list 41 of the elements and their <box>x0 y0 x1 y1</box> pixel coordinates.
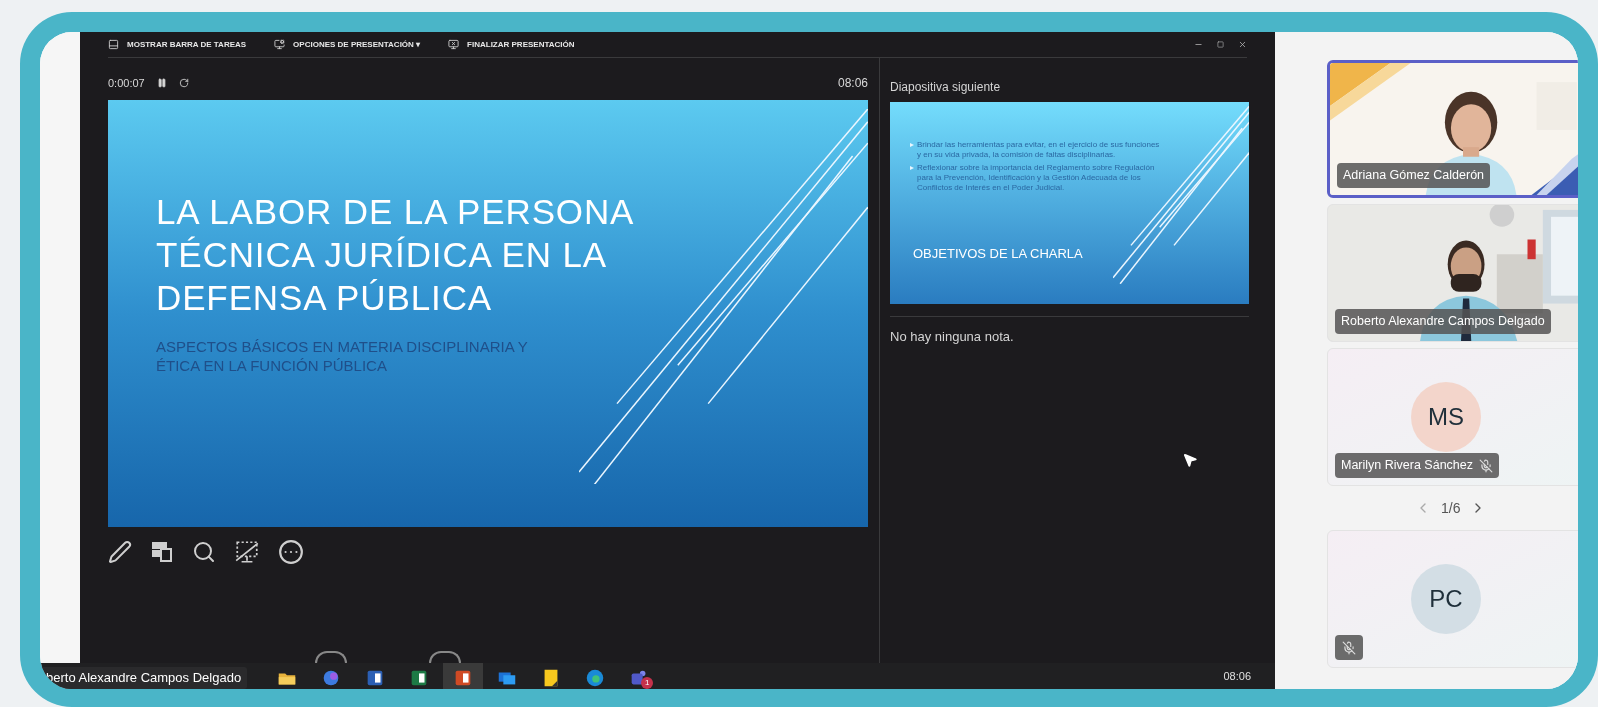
notes-text: No hay ninguna nota. <box>890 328 1015 346</box>
participant-name: Roberto Alexandre Campos Delgado <box>1341 313 1545 331</box>
slide-title: LA LABOR DE LA PERSONA TÉCNICA JURÍDICA EN LA DEFENSA PÚBLICA <box>156 191 634 319</box>
participant-tile[interactable]: Adriana Gómez Calderón <box>1327 60 1578 198</box>
participant-tile[interactable]: Roberto Alexandre Campos Delgado <box>1327 204 1578 342</box>
mouse-cursor-icon <box>1182 452 1198 468</box>
taskbar-app-button[interactable]: 1 <box>619 663 660 689</box>
clock: 08:06 <box>837 75 868 92</box>
screen-off-icon[interactable] <box>234 539 260 565</box>
restart-icon[interactable] <box>178 78 189 88</box>
avatar-initials: MS <box>1428 402 1464 432</box>
bullet-icon <box>910 166 914 170</box>
notification-count: 1 <box>641 677 654 689</box>
bullet-icon <box>910 143 914 147</box>
participant-name: Adriana Gómez Calderón <box>1343 167 1485 185</box>
search-icon[interactable] <box>192 540 216 564</box>
taskbar-icon <box>108 39 119 50</box>
settings-icon <box>274 39 286 50</box>
participant-tile[interactable]: MS Marilyn Rivera Sánchez <box>1327 348 1578 486</box>
pause-icon[interactable] <box>156 78 167 88</box>
slide-subtitle: ASPECTOS BÁSICOS EN MATERIA DISCIPLINARIA Y ÉTICA EN LA FUNCIÓN PÚBLICA <box>156 337 529 375</box>
participant-name: Marilyn Rivera Sánchez <box>1341 457 1473 475</box>
pen-icon[interactable] <box>108 540 132 564</box>
monitor-x-icon <box>448 39 460 50</box>
next-slide-title: OBJETIVOS DE LA CHARLA <box>913 245 1083 263</box>
participant-tile[interactable]: PC <box>1327 530 1578 668</box>
bullet-text: Brindar las herramientas para evitar, en el ejercicio de sus funciones y en su vida privada, la comisión de faltas disciplinarias. <box>917 140 1160 160</box>
next-slide-label: Diapositiva siguiente <box>890 79 1002 96</box>
toolbar-button[interactable]: OPCIONES DE PRESENTACIÓN ▾ <box>274 38 421 51</box>
restore-icon[interactable] <box>1217 41 1224 48</box>
more-options-icon[interactable] <box>278 539 304 565</box>
page-indicator: 1/6 <box>1441 498 1461 518</box>
bullet-text: Reflexionar sobre la importancia del Reglamento sobre Regulación para la Prevención, Identificación y la Gestión Adecuada de los Conflictos de Interés en el Poder Judicial. <box>917 163 1156 193</box>
elapsed-time: 0:00:07 <box>108 75 145 91</box>
avatar-initials: PC <box>1429 584 1463 614</box>
close-icon[interactable] <box>1238 40 1247 49</box>
toolbar-button[interactable]: MOSTRAR BARRA DE TAREAS <box>108 38 247 51</box>
toolbar-button[interactable]: FINALIZAR PRESENTACIÓN <box>448 38 575 51</box>
taskbar-app-button[interactable] <box>443 663 484 689</box>
slides-grid-icon[interactable] <box>150 540 174 564</box>
taskbar-time: 08:06 <box>1223 669 1251 684</box>
